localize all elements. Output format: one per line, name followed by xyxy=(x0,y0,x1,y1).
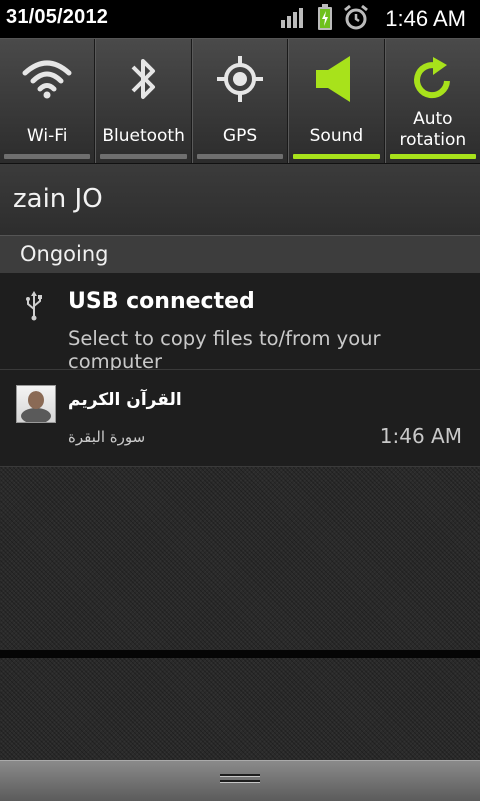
status-bar: 31/05/2012 1:46 AM xyxy=(0,0,480,38)
toggle-sound-indicator xyxy=(293,154,380,159)
toggle-gps[interactable]: GPS xyxy=(191,39,289,163)
notification-usb-title: USB connected xyxy=(68,289,255,314)
quran-app-icon xyxy=(16,385,56,423)
notification-quran-subtitle: سورة البقرة xyxy=(68,428,146,446)
gps-icon xyxy=(217,53,264,105)
section-title: Ongoing xyxy=(20,242,109,266)
bluetooth-icon xyxy=(129,53,159,105)
toggle-wifi[interactable]: Wi-Fi xyxy=(0,39,96,163)
notification-quran-time: 1:46 AM xyxy=(379,424,462,448)
auto-rotation-label-line1: Auto xyxy=(413,109,453,129)
toggle-sound[interactable]: Sound xyxy=(288,39,385,163)
carrier-row: zain JO xyxy=(0,163,480,236)
status-date: 31/05/2012 xyxy=(6,6,109,28)
toggle-sound-label: Sound xyxy=(309,126,364,146)
alarm-icon xyxy=(343,4,369,34)
quick-settings-panel: Wi-Fi Bluetooth GPS Sound Auto rotation xyxy=(0,38,480,163)
toggle-gps-label: GPS xyxy=(222,126,258,146)
notification-usb-description: Select to copy files to/from your comput… xyxy=(68,327,381,373)
usb-icon xyxy=(24,291,44,325)
grip-icon xyxy=(220,774,260,786)
divider xyxy=(0,650,480,658)
section-header-ongoing: Ongoing xyxy=(0,235,480,274)
wifi-icon xyxy=(22,53,72,105)
toggle-auto-rotation-indicator xyxy=(389,154,477,159)
status-icons: 1:46 AM xyxy=(281,4,466,34)
sound-icon xyxy=(314,53,358,105)
toggle-bluetooth-indicator xyxy=(100,154,187,159)
auto-rotation-label-line2: rotation xyxy=(399,130,467,150)
toggle-gps-indicator xyxy=(196,154,284,159)
status-time: 1:46 AM xyxy=(385,6,466,31)
toggle-wifi-label: Wi-Fi xyxy=(26,126,68,146)
toggle-auto-rotation[interactable]: Auto rotation xyxy=(384,39,480,163)
toggle-auto-rotation-label: Auto rotation xyxy=(386,109,480,151)
auto-rotation-icon xyxy=(411,53,455,105)
toggle-wifi-indicator xyxy=(4,154,91,159)
notification-usb[interactable]: USB connected Select to copy files to/fr… xyxy=(0,273,480,373)
drag-handle[interactable] xyxy=(0,760,480,801)
notification-quran-title: القرآن الكريم xyxy=(68,390,182,410)
signal-icon xyxy=(281,6,307,32)
notification-empty-area xyxy=(0,467,480,760)
carrier-name: zain JO xyxy=(13,184,103,214)
battery-charging-icon xyxy=(317,4,333,34)
toggle-bluetooth[interactable]: Bluetooth xyxy=(95,39,192,163)
notification-quran[interactable]: القرآن الكريم سورة البقرة 1:46 AM xyxy=(0,370,480,467)
toggle-bluetooth-label: Bluetooth xyxy=(102,126,185,146)
